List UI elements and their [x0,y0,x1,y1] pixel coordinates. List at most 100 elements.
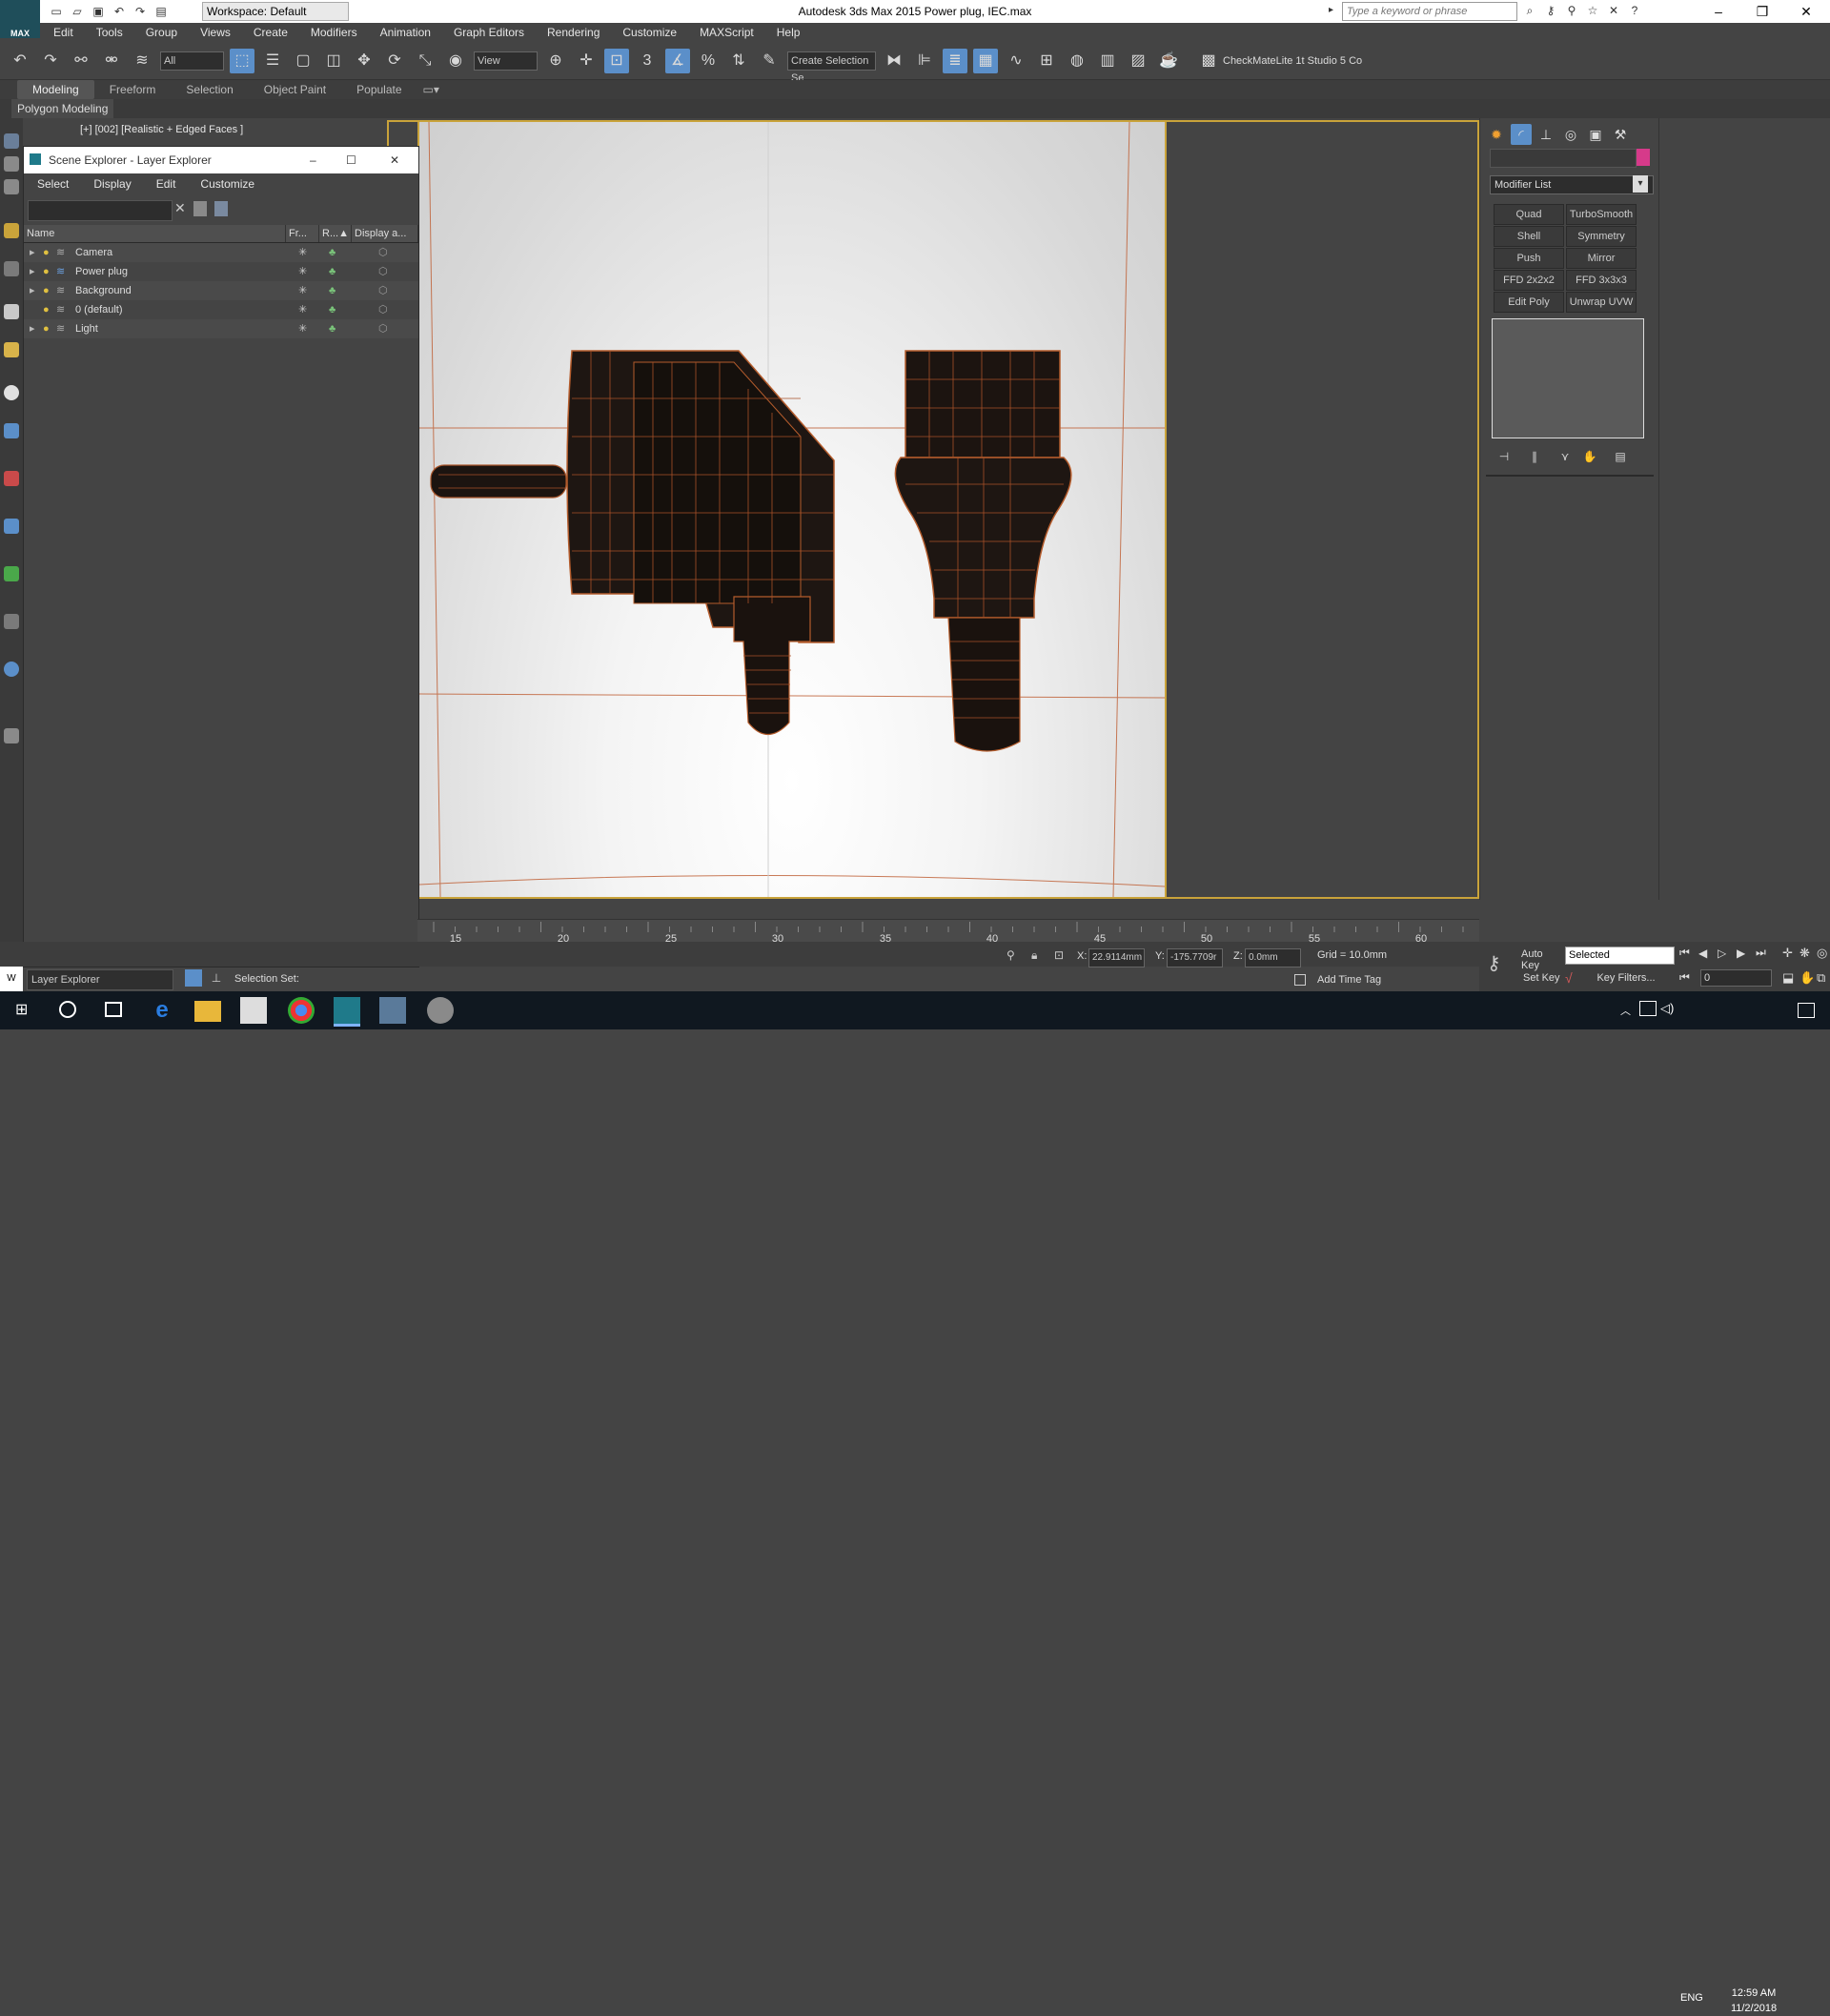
app-icon[interactable] [427,997,454,1024]
signin-icon[interactable]: ⚲ [1563,2,1580,19]
snaps-toggle-icon[interactable]: 3 [635,49,660,73]
perspective-viewport[interactable] [417,120,1167,899]
polygon-modeling-panel[interactable]: Polygon Modeling [11,99,114,118]
render-production-icon[interactable]: ☕ [1156,49,1181,73]
utilities-tab-icon[interactable]: ⚒ [1610,124,1631,145]
explorer-menu-display[interactable]: Display [81,173,143,194]
add-to-layer-icon[interactable] [214,201,228,216]
lightbulb-icon[interactable]: ● [43,281,50,300]
key-mode-toggle-icon[interactable]: ⏮ [1679,970,1690,985]
3dsmax-taskbar-icon[interactable] [334,997,360,1027]
rotate-icon[interactable]: ⟳ [382,49,407,73]
y-coordinate-field[interactable]: -175.7709r [1167,948,1223,967]
exchange-icon[interactable]: ✕ [1605,2,1622,19]
auto-key-button[interactable]: Auto Key [1521,948,1561,971]
modifier-button[interactable]: FFD 2x2x2 [1494,270,1564,291]
motion-tab-icon[interactable]: ◎ [1560,124,1581,145]
tab-freeform[interactable]: Freeform [94,80,172,99]
maximize-viewport-icon[interactable]: ⧉ [1817,970,1830,986]
modifier-button[interactable]: TurboSmooth [1566,204,1637,225]
close-button[interactable]: ✕ [1784,0,1828,23]
explorer-search-input[interactable] [28,200,173,221]
layer-explorer-dropdown[interactable]: Layer Explorer [27,969,173,990]
expand-arrow-icon[interactable]: ▸ [30,262,35,281]
render-setup-icon[interactable]: ▥ [1095,49,1120,73]
display-box-icon[interactable]: ⬡ [378,281,388,300]
search-expand-icon[interactable]: ▸ [1329,2,1338,19]
lightbulb-icon[interactable]: ● [43,319,50,338]
render-teapot-icon[interactable]: ♣ [329,300,336,319]
display-box-icon[interactable]: ⬡ [378,262,388,281]
language-indicator[interactable]: ENG [1680,1992,1703,2004]
next-frame-icon[interactable]: ▶ [1737,947,1756,960]
restore-button[interactable]: ❐ [1740,0,1784,23]
material-editor-icon[interactable]: ◍ [1065,49,1089,73]
x-coordinate-field[interactable]: 22.9114mm [1088,948,1145,967]
zoom-icon[interactable]: ✛ [1782,946,1800,961]
light-icon[interactable] [4,223,19,238]
display-tab-icon[interactable]: ▣ [1585,124,1606,145]
volume-icon[interactable]: ◁) [1660,1001,1674,1016]
hierarchy-tab-icon[interactable]: ⊥ [1535,124,1556,145]
ribbon-options-icon[interactable]: ▭▾ [417,80,445,99]
go-to-start-icon[interactable]: ⏮ [1679,946,1698,960]
curve-editor-icon[interactable]: ∿ [1004,49,1028,73]
minimize-button[interactable]: – [1697,0,1740,23]
explorer-minimize-button[interactable]: – [310,147,316,173]
layer-row[interactable]: ● ≋ 0 (default) ✳ ♣ ⬡ [24,300,418,319]
tray-chevron-icon[interactable]: ︿ [1620,1003,1631,1018]
layer-row[interactable]: ▸ ● ≋ Background ✳ ♣ ⬡ [24,281,418,300]
undo-icon[interactable]: ↶ [8,49,32,73]
make-unique-icon[interactable]: ⋎ [1553,444,1577,469]
selection-filter-dropdown[interactable]: All [160,51,224,71]
box-icon[interactable] [4,156,19,172]
expand-arrow-icon[interactable]: ▸ [30,319,35,338]
menu-edit[interactable]: Edit [40,23,85,43]
tab-modeling[interactable]: Modeling [17,80,94,99]
spinner-snap-icon[interactable]: ⇅ [726,49,751,73]
lightbulb-icon[interactable]: ● [43,243,50,262]
cylinder-icon[interactable] [4,342,19,357]
keyboard-shortcut-toggle-icon[interactable]: ⊡ [604,49,629,73]
menu-graph-editors[interactable]: Graph Editors [442,23,536,43]
explorer-menu-edit[interactable]: Edit [144,173,189,194]
column-display[interactable]: Display a... [352,225,418,242]
percent-snap-icon[interactable]: % [696,49,721,73]
configure-sets-icon[interactable]: ▤ [1608,444,1633,469]
modifier-button[interactable]: Edit Poly [1494,292,1564,313]
modifier-button[interactable]: Shell [1494,226,1564,247]
sun-icon[interactable] [4,385,19,400]
modifier-button[interactable]: Mirror [1566,248,1637,269]
sphere-icon[interactable] [4,304,19,319]
explorer-toggle-icon[interactable] [185,969,202,987]
clear-search-icon[interactable]: ✕ [174,200,186,216]
absolute-mode-icon[interactable]: ⊡ [1054,948,1064,962]
maxscript-listener-icon[interactable]: W [0,967,23,991]
layer-icon[interactable] [4,179,19,194]
column-name[interactable]: Name [24,225,286,242]
new-layer-icon[interactable] [193,201,207,216]
freeze-icon[interactable]: ✳ [298,319,307,338]
modifier-button[interactable]: Unwrap UVW [1566,292,1637,313]
modify-tab-icon[interactable]: ◜ [1511,124,1532,145]
lock-selection-icon[interactable]: 🔒︎ [1031,948,1037,963]
rendered-frame-window-icon[interactable]: ▨ [1126,49,1150,73]
add-time-tag-button[interactable]: Add Time Tag [1317,974,1381,986]
search-input[interactable]: Type a keyword or phrase [1342,2,1517,21]
window-crossing-icon[interactable]: ◫ [321,49,346,73]
explorer-menu-select[interactable]: Select [24,173,81,194]
menu-create[interactable]: Create [242,23,299,43]
scale-icon[interactable]: ⤡ [413,49,437,73]
select-by-name-icon[interactable]: ☰ [260,49,285,73]
render-teapot-icon[interactable]: ♣ [329,243,336,262]
notifications-icon[interactable] [1798,1003,1815,1018]
display-box-icon[interactable]: ⬡ [378,300,388,319]
chrome-icon[interactable] [288,997,315,1024]
pivot-center-icon[interactable]: ⊕ [543,49,568,73]
previous-frame-icon[interactable]: ◀ [1698,947,1718,960]
menu-rendering[interactable]: Rendering [536,23,611,43]
render-teapot-icon[interactable]: ♣ [329,319,336,338]
menu-modifiers[interactable]: Modifiers [299,23,369,43]
key-icon[interactable]: ⚷ [1542,2,1559,19]
play-icon[interactable]: ▷ [1718,947,1737,960]
